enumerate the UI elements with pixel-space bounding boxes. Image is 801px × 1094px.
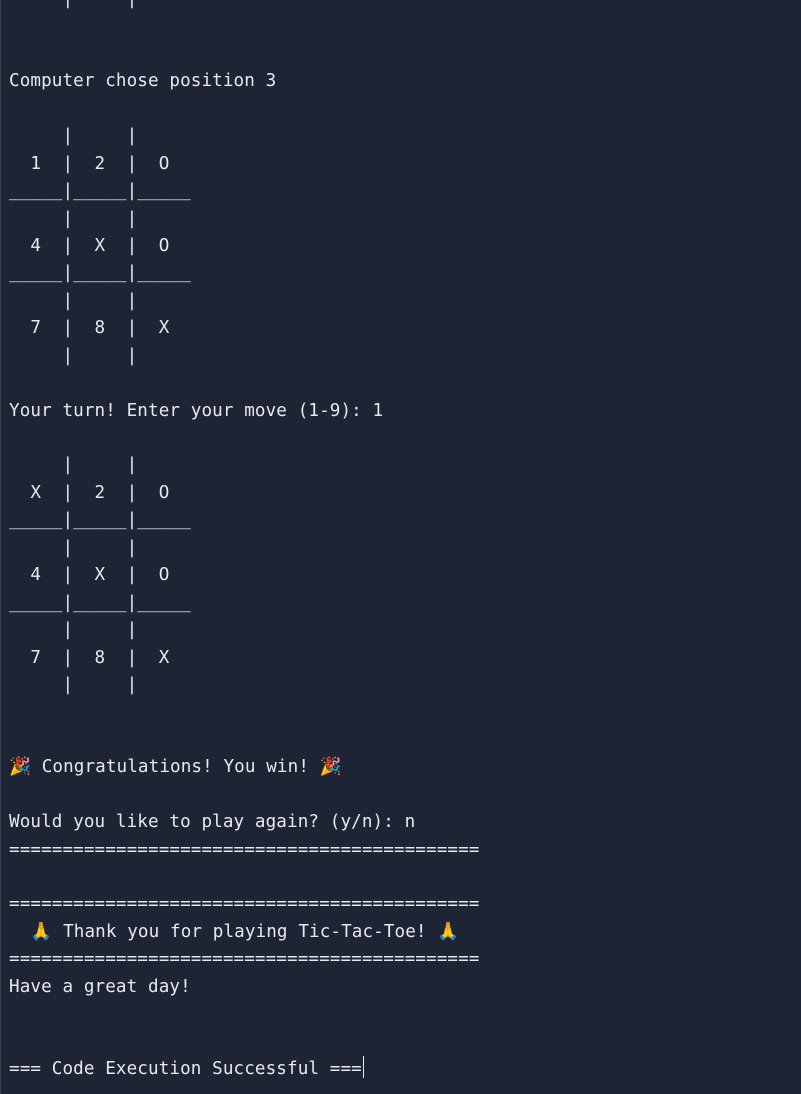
console-line: | | — [9, 455, 138, 476]
console-line: | | — [9, 208, 138, 229]
console-line: _____|_____|_____ — [9, 263, 191, 284]
console-line: 4 | X | O — [9, 235, 170, 256]
console-line: | | — [9, 0, 794, 13]
console-output-panel[interactable]: | | Computer chose position 3 | | 1 | 2 |… — [0, 0, 801, 1094]
console-output-text: | | Computer chose position 3 | | 1 | 2 |… — [9, 0, 794, 1084]
console-line: _____|_____|_____ — [9, 181, 191, 202]
console-line: | | — [9, 290, 138, 311]
console-line: Your turn! Enter your move (1-9): 1 — [9, 400, 384, 421]
console-line: 🙏 Thank you for playing Tic-Tac-Toe! 🙏 — [9, 921, 460, 942]
console-line: Computer chose position 3 — [9, 71, 277, 92]
console-line: ========================================… — [9, 839, 480, 860]
console-line: ========================================… — [9, 949, 480, 970]
console-line: | | — [9, 537, 138, 558]
console-line: Would you like to play again? (y/n): n — [9, 812, 416, 833]
console-line: 7 | 8 | X — [9, 647, 170, 668]
console-line: 4 | X | O — [9, 565, 170, 586]
console-line: | | — [9, 126, 138, 147]
console-line: 1 | 2 | O — [9, 153, 170, 174]
console-line: X | 2 | O — [9, 482, 170, 503]
console-line: 7 | 8 | X — [9, 318, 170, 339]
console-line: | | — [9, 674, 138, 695]
console-line: ========================================… — [9, 894, 480, 915]
console-line: Have a great day! — [9, 976, 191, 997]
console-line: | | — [9, 620, 138, 641]
console-line: _____|_____|_____ — [9, 510, 191, 531]
text-caret — [362, 1056, 365, 1079]
console-line: _____|_____|_____ — [9, 592, 191, 613]
console-line: | | — [9, 345, 138, 366]
console-line: 🎉 Congratulations! You win! 🎉 — [9, 757, 342, 778]
console-line: === Code Execution Successful === — [9, 1056, 794, 1083]
